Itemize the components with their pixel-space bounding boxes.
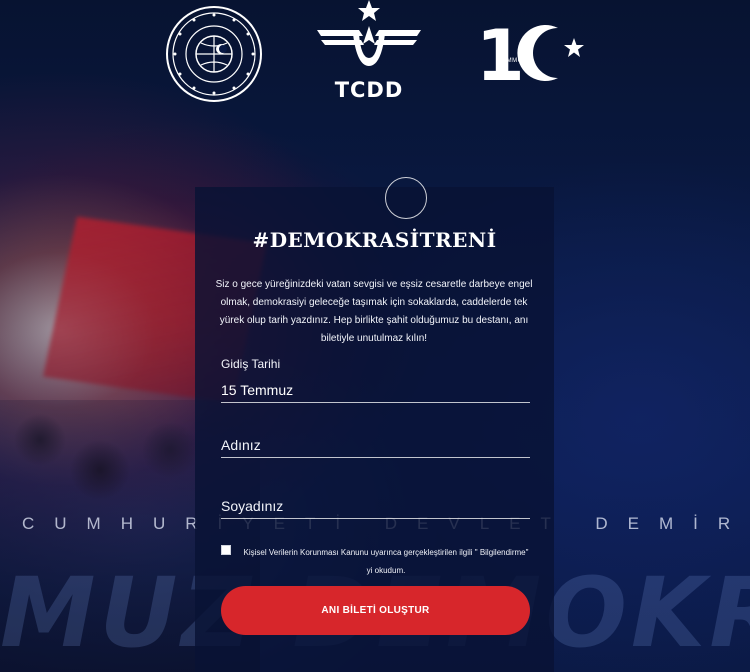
consent-text: Kişisel Verilerin Korunması Kanunu uyarı… [243, 548, 529, 575]
svg-text:1: 1 [476, 16, 525, 90]
anniversary-logo-sub: TEMMUZ [498, 58, 527, 64]
circle-icon [385, 177, 427, 219]
tcdd-logo: TCDD [313, 0, 425, 106]
intro-text: Siz o gece yüreğinizdeki vatan sevgisi v… [215, 279, 533, 344]
tcdd-logo-text: TCDD [334, 78, 404, 102]
consent-checkbox[interactable] [221, 545, 231, 555]
ministry-seal-logo [165, 5, 263, 103]
last-name-field[interactable] [221, 493, 530, 519]
first-name-field[interactable] [221, 432, 530, 458]
departure-date-label: Gidiş Tarihi [221, 357, 281, 371]
departure-date-field[interactable] [221, 377, 530, 403]
anniversary-15-temmuz-logo: 1 TEMMUZ [476, 15, 588, 97]
page-title: #DEMOKRASİTRENİ [252, 228, 497, 252]
create-ticket-button[interactable]: ANI BİLETİ OLUŞTUR [221, 586, 530, 635]
